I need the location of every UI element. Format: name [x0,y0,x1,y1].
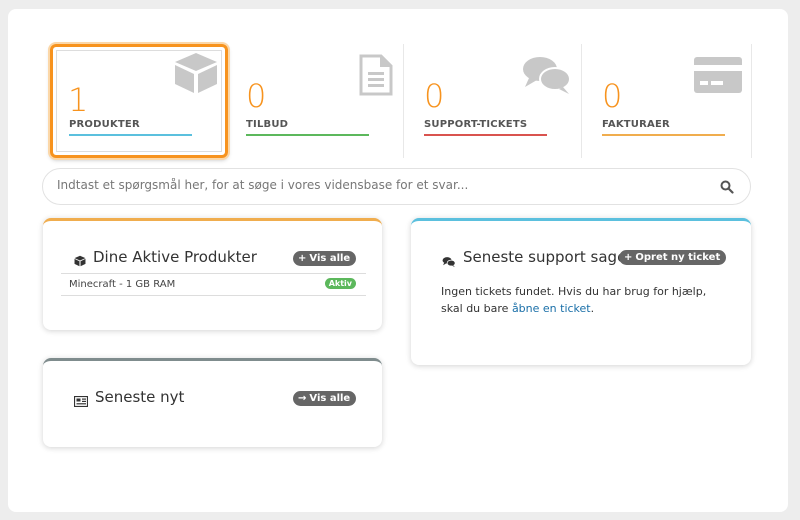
message-end: . [590,302,595,315]
stat-number: 1 [68,81,89,119]
no-tickets-message: Ingen tickets fundet. Hvis du har brug f… [441,283,731,317]
comments-icon [521,54,573,100]
open-new-ticket-button[interactable]: + Opret ny ticket [619,250,727,265]
search-input[interactable] [57,178,697,192]
stat-tile-products[interactable]: 1 PRODUKTER [50,44,228,158]
cube-icon [173,51,219,99]
plus-icon: + [298,253,307,264]
button-label: Vis alle [309,393,351,404]
arrow-right-icon: → [298,393,307,404]
credit-card-icon [693,56,743,98]
cube-icon [74,252,86,271]
panel-title: Seneste nyt [95,388,185,406]
stat-bar [246,134,369,136]
document-icon [359,54,393,100]
product-row[interactable]: Minecraft - 1 GB RAM Aktiv [61,273,366,296]
stat-bar [602,134,725,136]
stat-number: 0 [424,77,445,115]
stat-label: TILBUD [246,119,289,130]
knowledgebase-search[interactable] [42,168,751,205]
stat-bar [424,134,547,136]
button-label: Vis alle [309,253,351,264]
stat-label: SUPPORT-TICKETS [424,119,528,130]
stat-bar [69,134,192,136]
support-tickets-panel: Seneste support sager + Opret ny ticket I… [411,218,751,365]
stat-label: PRODUKTER [69,119,140,130]
view-all-products-button[interactable]: + Vis alle [293,251,357,266]
active-products-panel: Dine Aktive Produkter + Vis alle Minecraf… [43,218,382,330]
newspaper-icon [73,392,89,411]
search-icon[interactable] [720,179,734,198]
stat-tile-invoices[interactable]: 0 FAKTURAER [582,44,752,158]
stat-number: 0 [602,77,623,115]
stat-tile-support-tickets[interactable]: 0 SUPPORT-TICKETS [404,44,582,158]
button-label: Opret ny ticket [635,252,721,263]
plus-icon: + [624,252,633,263]
comments-icon [442,253,456,272]
stat-number: 0 [246,77,267,115]
stat-label: FAKTURAER [602,119,670,130]
stat-tile-quotes[interactable]: 0 TILBUD [226,44,404,158]
panel-title: Dine Aktive Produkter [93,248,257,266]
latest-news-panel: Seneste nyt → Vis alle [43,358,382,447]
product-name: Minecraft - 1 GB RAM [69,279,176,290]
status-badge: Aktiv [324,278,356,289]
open-ticket-link[interactable]: åbne en ticket [512,302,591,315]
panel-title: Seneste support sager [463,248,633,266]
view-all-news-button[interactable]: → Vis alle [293,391,357,406]
